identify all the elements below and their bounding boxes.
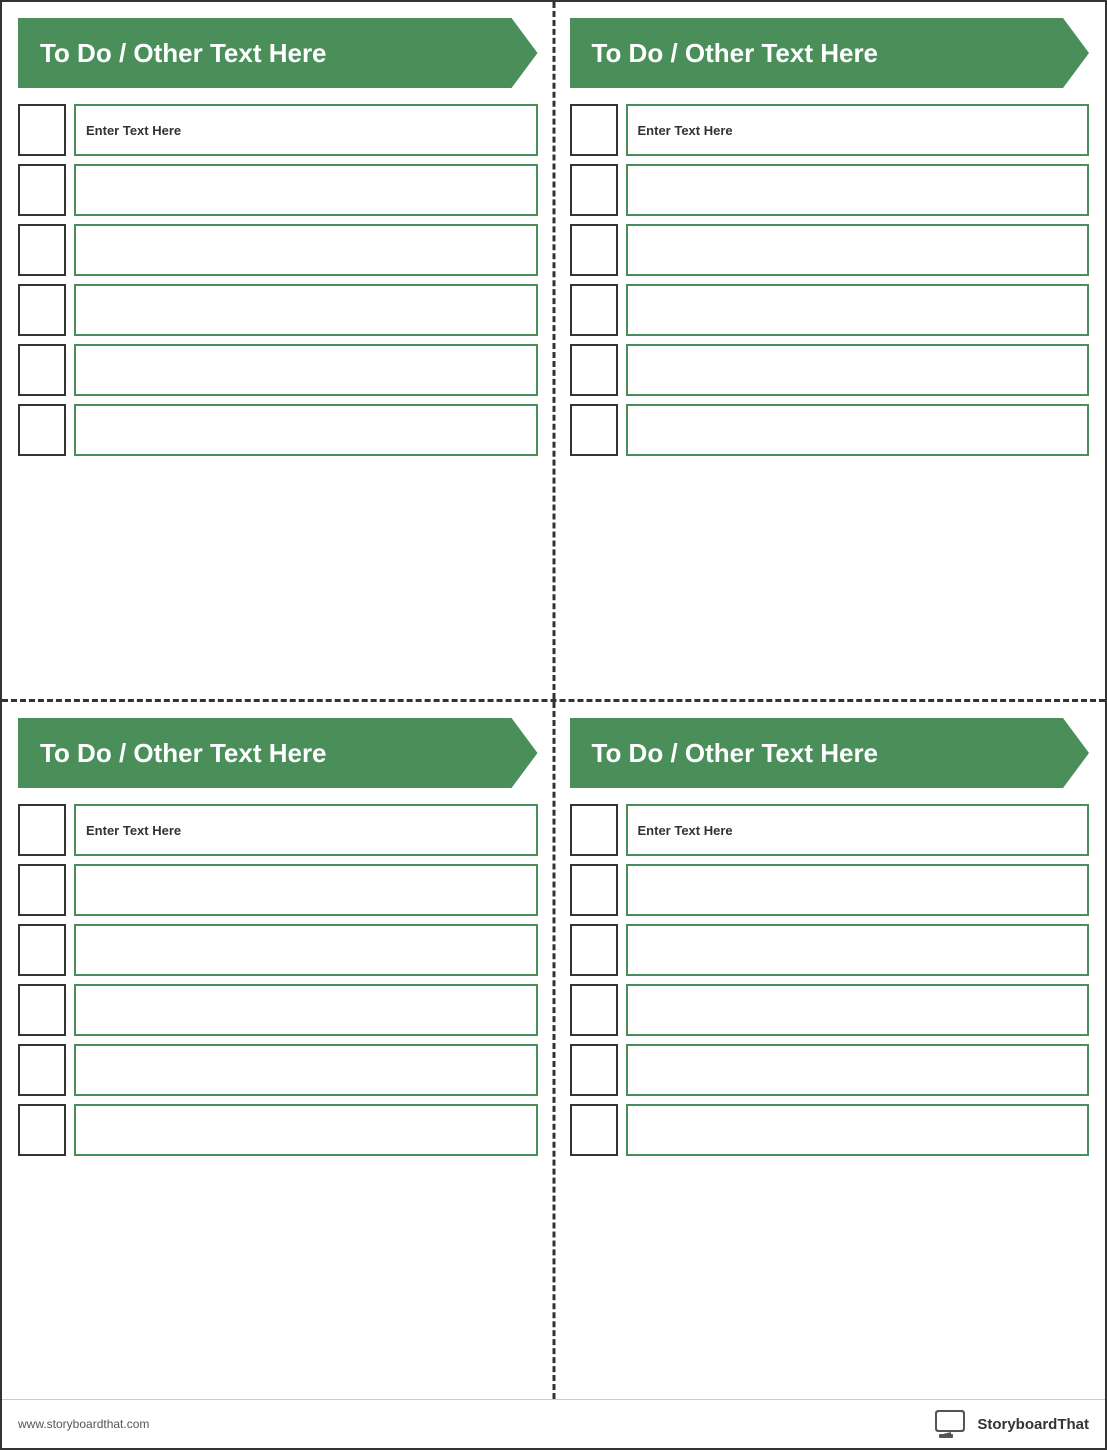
text-box[interactable]: [74, 404, 538, 456]
checkbox[interactable]: [570, 224, 618, 276]
text-box[interactable]: [626, 1044, 1090, 1096]
checkbox[interactable]: [18, 224, 66, 276]
quadrant-top-right: To Do / Other Text Here Enter Text Here: [554, 2, 1106, 699]
list-item: [18, 344, 538, 396]
checkbox[interactable]: [570, 864, 618, 916]
checkbox[interactable]: [18, 344, 66, 396]
storyboardthat-icon: [933, 1408, 971, 1440]
text-box[interactable]: [626, 924, 1090, 976]
banner-bottom-left-title: To Do / Other Text Here: [40, 738, 327, 769]
list-item: [18, 404, 538, 456]
quadrant-bottom-right: To Do / Other Text Here Enter Text Here: [554, 702, 1106, 1399]
text-box[interactable]: [74, 284, 538, 336]
checkbox[interactable]: [18, 864, 66, 916]
text-box[interactable]: [74, 1044, 538, 1096]
checkbox[interactable]: [18, 804, 66, 856]
checkbox[interactable]: [570, 924, 618, 976]
list-item: [570, 984, 1090, 1036]
list-item: Enter Text Here: [570, 804, 1090, 856]
list-item: [18, 1104, 538, 1156]
list-item: Enter Text Here: [570, 104, 1090, 156]
quadrant-bottom-left: To Do / Other Text Here Enter Text Here: [2, 702, 554, 1399]
footer-brand-name: StoryboardThat: [977, 1416, 1089, 1433]
banner-top-left-title: To Do / Other Text Here: [40, 38, 327, 69]
list-top-left: Enter Text Here: [2, 100, 554, 699]
page: To Do / Other Text Here Enter Text Here: [0, 0, 1107, 1450]
checkbox[interactable]: [570, 804, 618, 856]
footer-logo: StoryboardThat: [933, 1408, 1089, 1440]
quadrant-top-left: To Do / Other Text Here Enter Text Here: [2, 2, 554, 699]
banner-top-left: To Do / Other Text Here: [18, 18, 538, 88]
footer-url: www.storyboardthat.com: [18, 1417, 149, 1431]
list-item: [570, 224, 1090, 276]
banner-top-right: To Do / Other Text Here: [570, 18, 1090, 88]
text-box[interactable]: Enter Text Here: [626, 804, 1090, 856]
list-item: [18, 1044, 538, 1096]
checkbox[interactable]: [18, 284, 66, 336]
list-item: [570, 924, 1090, 976]
text-box[interactable]: [74, 924, 538, 976]
text-box[interactable]: [626, 344, 1090, 396]
checkbox[interactable]: [570, 164, 618, 216]
list-bottom-left: Enter Text Here: [2, 800, 554, 1399]
text-box[interactable]: [626, 164, 1090, 216]
list-item: Enter Text Here: [18, 804, 538, 856]
text-box[interactable]: [626, 404, 1090, 456]
checkbox[interactable]: [18, 164, 66, 216]
text-box[interactable]: [626, 984, 1090, 1036]
list-item: [570, 164, 1090, 216]
list-item: [570, 1104, 1090, 1156]
bottom-row: To Do / Other Text Here Enter Text Here: [2, 702, 1105, 1399]
text-box[interactable]: Enter Text Here: [74, 104, 538, 156]
checkbox[interactable]: [570, 1044, 618, 1096]
text-box[interactable]: Enter Text Here: [74, 804, 538, 856]
checkbox[interactable]: [18, 1104, 66, 1156]
list-item: [570, 404, 1090, 456]
list-item: Enter Text Here: [18, 104, 538, 156]
text-box[interactable]: [74, 984, 538, 1036]
list-item: [18, 164, 538, 216]
list-item: [570, 284, 1090, 336]
text-box[interactable]: Enter Text Here: [626, 104, 1090, 156]
list-item: [570, 864, 1090, 916]
text-box[interactable]: [74, 864, 538, 916]
vertical-divider-bottom: [552, 702, 555, 1399]
text-box[interactable]: [74, 344, 538, 396]
list-item: [18, 224, 538, 276]
list-item: [570, 1044, 1090, 1096]
banner-bottom-right-title: To Do / Other Text Here: [592, 738, 879, 769]
text-box[interactable]: [74, 224, 538, 276]
checkbox[interactable]: [570, 104, 618, 156]
text-box[interactable]: [626, 864, 1090, 916]
checkbox[interactable]: [570, 404, 618, 456]
list-bottom-right: Enter Text Here: [554, 800, 1106, 1399]
checkbox[interactable]: [570, 984, 618, 1036]
banner-bottom-right: To Do / Other Text Here: [570, 718, 1090, 788]
list-item: [18, 984, 538, 1036]
checkbox[interactable]: [18, 104, 66, 156]
list-item: [18, 924, 538, 976]
banner-bottom-left: To Do / Other Text Here: [18, 718, 538, 788]
banner-top-right-title: To Do / Other Text Here: [592, 38, 879, 69]
checkbox[interactable]: [18, 1044, 66, 1096]
text-box[interactable]: [626, 1104, 1090, 1156]
text-box[interactable]: [626, 224, 1090, 276]
list-item: [570, 344, 1090, 396]
text-box[interactable]: [626, 284, 1090, 336]
vertical-divider: [552, 2, 555, 699]
checkbox[interactable]: [570, 344, 618, 396]
checkbox[interactable]: [570, 284, 618, 336]
checkbox[interactable]: [18, 924, 66, 976]
list-item: [18, 284, 538, 336]
checkbox[interactable]: [570, 1104, 618, 1156]
text-box[interactable]: [74, 1104, 538, 1156]
checkbox[interactable]: [18, 984, 66, 1036]
top-row: To Do / Other Text Here Enter Text Here: [2, 2, 1105, 699]
text-box[interactable]: [74, 164, 538, 216]
checkbox[interactable]: [18, 404, 66, 456]
list-top-right: Enter Text Here: [554, 100, 1106, 699]
footer: www.storyboardthat.com StoryboardThat: [2, 1399, 1105, 1448]
list-item: [18, 864, 538, 916]
